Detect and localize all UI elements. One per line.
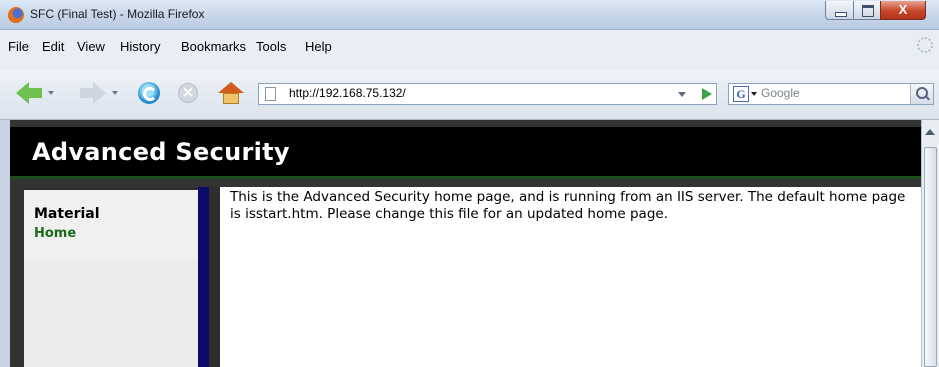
throbber-icon xyxy=(917,37,933,53)
search-engine-icon[interactable]: G xyxy=(733,86,749,102)
back-arrow-icon[interactable] xyxy=(16,82,42,104)
content-gutter xyxy=(209,187,220,367)
sidebar-lower-panel xyxy=(24,260,198,367)
menu-help[interactable]: Help xyxy=(305,39,332,54)
site-header: Advanced Security xyxy=(10,127,921,179)
forward-history-dropdown-icon[interactable] xyxy=(112,91,118,95)
search-bar[interactable]: G Google xyxy=(728,83,934,105)
page-icon xyxy=(265,87,276,101)
navigation-toolbar: http://192.168.75.132/ G Google xyxy=(0,70,939,120)
menu-edit[interactable]: Edit xyxy=(42,39,64,54)
close-button[interactable]: X xyxy=(880,1,926,20)
menu-history[interactable]: History xyxy=(120,39,160,54)
search-engine-dropdown-icon[interactable] xyxy=(751,92,757,96)
menu-tools[interactable]: Tools xyxy=(256,39,286,54)
vertical-scrollbar[interactable] xyxy=(921,120,939,367)
forward-arrow-icon[interactable] xyxy=(80,82,106,104)
url-text[interactable]: http://192.168.75.132/ xyxy=(289,86,406,100)
scrollbar-thumb[interactable] xyxy=(924,147,937,367)
stop-icon[interactable] xyxy=(178,83,198,103)
page-viewport: Advanced Security Material Home This is … xyxy=(10,120,921,367)
reload-icon[interactable] xyxy=(138,82,160,104)
minimize-button[interactable] xyxy=(825,1,854,20)
home-icon[interactable] xyxy=(218,82,244,106)
window-titlebar: SFC (Final Test) - Mozilla Firefox X xyxy=(0,0,939,30)
url-bar[interactable]: http://192.168.75.132/ xyxy=(258,83,717,105)
main-text: This is the Advanced Security home page,… xyxy=(230,189,906,222)
close-icon: X xyxy=(898,2,908,17)
site-body: Material Home This is the Advanced Secur… xyxy=(10,179,921,367)
menu-bookmarks[interactable]: Bookmarks xyxy=(181,39,246,54)
menu-view[interactable]: View xyxy=(77,39,105,54)
url-history-dropdown-icon[interactable] xyxy=(671,83,693,105)
sidebar: Material Home xyxy=(24,187,198,367)
sidebar-divider xyxy=(198,187,209,367)
scroll-up-icon[interactable] xyxy=(925,129,935,135)
magnifier-icon[interactable] xyxy=(910,84,933,104)
sidebar-link-home[interactable]: Home xyxy=(34,226,76,241)
sidebar-heading: Material xyxy=(34,206,100,222)
back-history-dropdown-icon[interactable] xyxy=(48,91,54,95)
menu-file[interactable]: File xyxy=(8,39,29,54)
site-title: Advanced Security xyxy=(32,138,290,166)
main-content: This is the Advanced Security home page,… xyxy=(220,187,921,367)
go-arrow-icon[interactable] xyxy=(695,83,717,105)
maximize-button[interactable] xyxy=(853,1,881,20)
search-input[interactable]: Google xyxy=(761,86,800,100)
firefox-icon xyxy=(8,7,24,23)
menu-bar: File Edit View History Bookmarks Tools H… xyxy=(0,37,939,70)
window-left-border xyxy=(0,120,10,367)
window-title: SFC (Final Test) - Mozilla Firefox xyxy=(30,7,205,21)
